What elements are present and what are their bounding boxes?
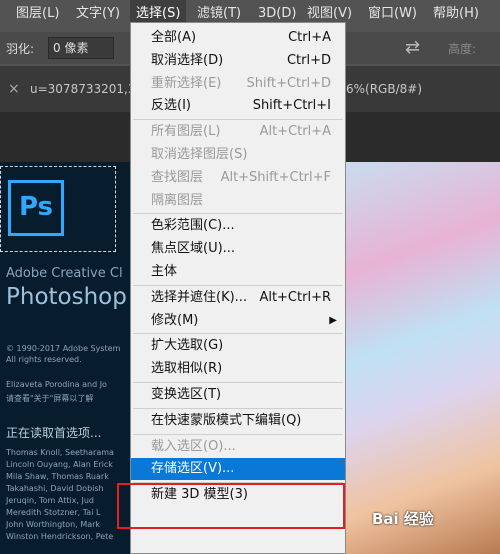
credits-line-1: Elizaveta Porodina and Jo — [6, 380, 107, 389]
credit-name: Lincoln Ouyang, Alan Erick — [6, 460, 113, 469]
height-label: 高度: — [448, 42, 477, 56]
menu-window[interactable]: 窗口(W) — [362, 0, 423, 28]
menu-item-label: 选择并遮住(K)... — [151, 289, 248, 305]
menu-item-label: 修改(M) — [151, 312, 199, 328]
menu-item[interactable]: 焦点区域(U)... — [131, 238, 345, 260]
menu-separator — [133, 119, 343, 121]
menu-item: 查找图层 Alt+Shift+Ctrl+F — [131, 167, 345, 189]
menu-item-shortcut: Alt+Ctrl+A — [259, 124, 331, 140]
watermark-text: Bai 经验 — [372, 510, 434, 528]
feather-label: 羽化: — [6, 42, 35, 56]
menu-item-label: 隔离图层 — [151, 192, 204, 208]
menu-item-shortcut: Ctrl+A — [288, 30, 331, 45]
menu-item: 所有图层(L) Alt+Ctrl+A — [131, 121, 345, 143]
brand-line-1: Adobe Creative Cl — [6, 266, 123, 281]
menu-item-shortcut: Shift+Ctrl+I — [252, 98, 331, 114]
menu-item[interactable]: 主体 — [131, 261, 345, 283]
menu-separator — [133, 382, 343, 383]
menu-item-shortcut: Alt+Ctrl+R — [259, 289, 331, 305]
close-tab-icon[interactable]: × — [8, 74, 20, 104]
feather-input[interactable]: 0 像素 — [48, 37, 114, 59]
menu-item[interactable]: 取消选择(D) Ctrl+D — [131, 50, 345, 72]
photoshop-logo: Ps — [8, 180, 64, 236]
submenu-arrow-icon: ▶ — [329, 314, 337, 326]
tab-document-1[interactable]: u=3078733201,3 — [30, 74, 135, 104]
credit-name: Jeruqin, Tom Attix, Jud — [6, 496, 95, 505]
menu-item-label: 重新选择(E) — [151, 75, 222, 91]
menu-item[interactable]: 反选(I) Shift+Ctrl+I — [131, 95, 345, 117]
menu-item: 重新选择(E) Shift+Ctrl+D — [131, 73, 345, 95]
menu-separator — [133, 407, 343, 409]
loading-text: 正在读取首选项... — [6, 426, 102, 440]
document-image — [346, 162, 500, 554]
menu-item[interactable]: 全部(A) Ctrl+A — [131, 27, 345, 49]
tab-document-2[interactable]: 6%(RGB/8#) — [346, 74, 422, 104]
menu-item-shortcut: Shift+Ctrl+D — [246, 75, 331, 91]
menu-item-label: 全部(A) — [151, 30, 197, 45]
swap-arrows-icon[interactable]: ⇄ — [405, 37, 420, 58]
menu-item-label: 变换选区(T) — [151, 387, 222, 402]
menu-item-label: 色彩范围(C)... — [151, 218, 235, 234]
menu-item-label: 取消选择(D) — [151, 52, 224, 68]
menu-item-label: 主体 — [151, 264, 178, 279]
credit-name: Mila Shaw, Thomas Ruark — [6, 472, 109, 481]
menu-item[interactable]: 选取相似(R) — [131, 358, 345, 380]
highlight-annotation-box — [117, 483, 345, 529]
rights-text: All rights reserved. — [6, 355, 82, 364]
menu-item: 隔离图层 — [131, 190, 345, 212]
menu-item-label: 载入选区(O)... — [151, 438, 236, 454]
menu-item-label: 取消选择图层(S) — [151, 147, 248, 162]
menu-item-label: 选取相似(R) — [151, 361, 223, 377]
menu-item[interactable]: 修改(M) ▶ — [131, 310, 345, 332]
menu-item[interactable]: 选择并遮住(K)... Alt+Ctrl+R — [131, 287, 345, 309]
menu-item-shortcut: Alt+Shift+Ctrl+F — [220, 169, 331, 185]
brand-line-2: Photoshop — [6, 284, 127, 310]
credit-name: John Worthington, Mark — [6, 520, 101, 529]
menu-item: 载入选区(O)... — [131, 436, 345, 458]
menu-type[interactable]: 文字(Y) — [70, 0, 126, 28]
menu-separator — [133, 213, 343, 215]
menu-item[interactable]: 存储选区(V)... — [131, 458, 345, 481]
menu-separator — [133, 433, 343, 435]
menu-item-label: 所有图层(L) — [151, 124, 221, 140]
menu-item-label: 查找图层 — [151, 169, 204, 185]
credit-name: Thomas Knoll, Seetharama — [6, 448, 114, 457]
credit-name: Winston Hendrickson, Pete — [6, 532, 114, 541]
credit-name: Meredith Stotzner, Tai L — [6, 508, 101, 517]
menu-item[interactable]: 变换选区(T) — [131, 384, 345, 406]
menu-separator — [133, 284, 343, 286]
credit-name: Takahashi, David Dobish — [6, 484, 104, 493]
menu-help[interactable]: 帮助(H) — [427, 0, 485, 28]
menu-item-label: 在快速蒙版模式下编辑(Q) — [151, 412, 302, 428]
menu-item-shortcut: Ctrl+D — [286, 52, 331, 68]
menu-item: 取消选择图层(S) — [131, 144, 345, 166]
menu-item[interactable]: 扩大选取(G) — [131, 335, 345, 357]
credits-line-2: 请查看"关于"屏幕以了解 — [6, 394, 94, 403]
menu-item[interactable]: 色彩范围(C)... — [131, 215, 345, 237]
copyright-text: © 1990-2017 Adobe System — [6, 344, 121, 353]
menu-separator — [133, 333, 343, 335]
select-dropdown-menu: 全部(A) Ctrl+A 取消选择(D) Ctrl+D 重新选择(E) Shift+Ctr… — [130, 22, 346, 554]
menu-item[interactable]: 在快速蒙版模式下编辑(Q) — [131, 410, 345, 432]
menu-item-label: 焦点区域(U)... — [151, 241, 236, 257]
menu-item-label: 反选(I) — [151, 98, 191, 114]
menu-item-label: 扩大选取(G) — [151, 338, 224, 354]
menu-item-label: 存储选区(V)... — [151, 461, 235, 477]
menu-layer[interactable]: 图层(L) — [10, 0, 65, 28]
